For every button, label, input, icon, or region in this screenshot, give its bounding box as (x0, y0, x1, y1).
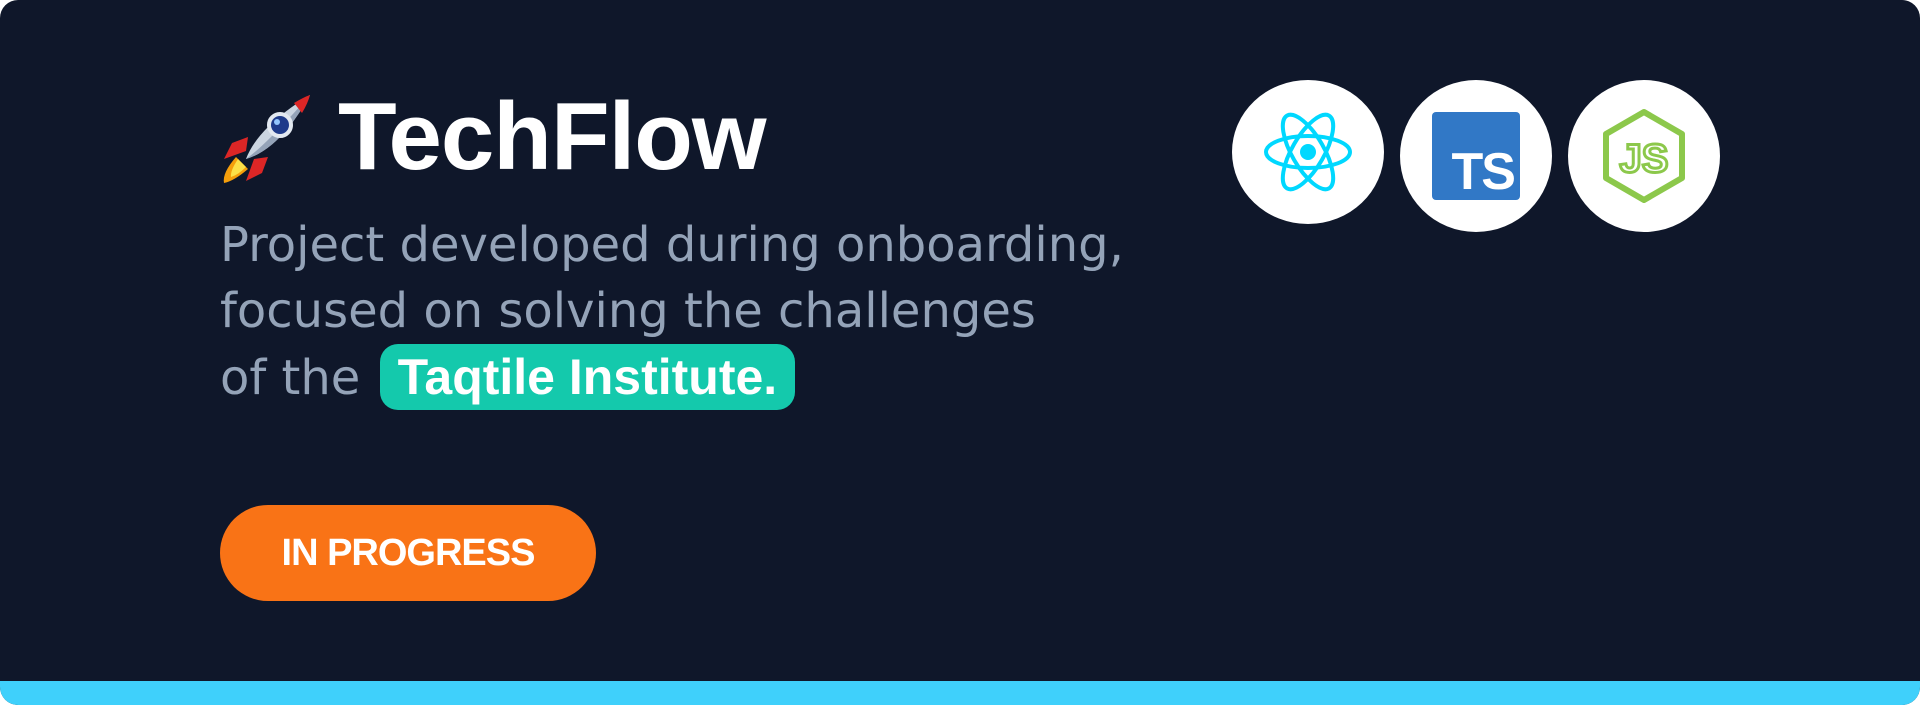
project-card: TechFlow Project developed during onboar… (0, 0, 1920, 705)
project-description: Project developed during onboarding, foc… (220, 212, 1180, 411)
accent-bar (0, 681, 1920, 705)
typescript-label: TS (1451, 143, 1516, 201)
tech-typescript: TS (1400, 80, 1552, 232)
rocket-icon (223, 95, 310, 183)
typescript-icon: TS (1432, 112, 1520, 200)
tech-nodejs: JS (1568, 80, 1720, 232)
project-title: TechFlow (338, 83, 767, 190)
status-badge: IN PROGRESS (220, 505, 596, 601)
description-line-text: of the (220, 350, 361, 406)
nodejs-icon: JS (1603, 109, 1685, 203)
description-line: focused on solving the challenges (220, 283, 1036, 339)
description-line: of the Taqtile Institute. (220, 344, 1180, 411)
tech-react (1232, 80, 1384, 224)
react-icon (1264, 112, 1352, 192)
title-row: TechFlow (218, 82, 767, 192)
description-line: Project developed during onboarding, (220, 217, 1124, 273)
institute-highlight: Taqtile Institute. (379, 344, 796, 410)
nodejs-label: JS (1620, 137, 1669, 181)
